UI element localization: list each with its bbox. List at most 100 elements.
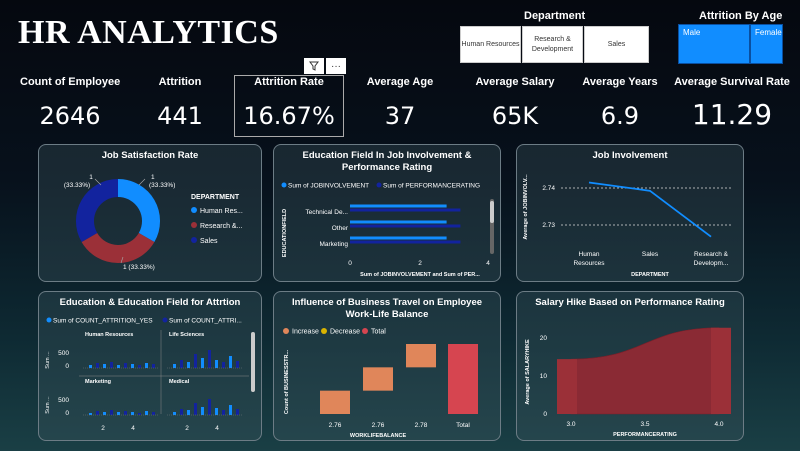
- attrition-bar[interactable]: [215, 360, 218, 368]
- attrition-bar[interactable]: [103, 364, 106, 368]
- attrition-bar[interactable]: [110, 410, 113, 415]
- attrition-bar[interactable]: [131, 364, 134, 368]
- category-label: Technical De...: [305, 209, 348, 216]
- y-tick: 20: [540, 335, 548, 342]
- panel-title: Marketing: [85, 379, 111, 385]
- y-axis-title: Sum ...: [45, 396, 51, 414]
- education-involvement-card[interactable]: Education Field In Job Involvement & Per…: [273, 144, 501, 282]
- business-travel-card[interactable]: Influence of Business Travel on Employee…: [273, 291, 501, 441]
- attrition-bar[interactable]: [201, 407, 204, 415]
- waterfall-total-bar[interactable]: [448, 344, 478, 414]
- attrition-bar[interactable]: [124, 363, 127, 368]
- attrition-bar[interactable]: [145, 411, 148, 415]
- attrition-bar[interactable]: [180, 360, 183, 368]
- area-series[interactable]: [570, 327, 720, 415]
- data-line[interactable]: [588, 181, 712, 238]
- bar-chart: Sum of JOBINVOLVEMENT Sum of PERFORMANCE…: [281, 182, 494, 278]
- attrition-bar[interactable]: [229, 356, 232, 368]
- attrition-bar[interactable]: [138, 365, 141, 368]
- kpi-label: Average Age: [366, 76, 434, 88]
- attrition-bar[interactable]: [180, 409, 183, 415]
- waterfall-increase-bar[interactable]: [320, 390, 350, 414]
- kpi-value: 2646: [39, 102, 101, 130]
- slicer-option-research-development[interactable]: Research & Development: [522, 26, 583, 63]
- attrition-bar[interactable]: [208, 350, 211, 368]
- attrition-bar[interactable]: [208, 399, 211, 415]
- legend-item-hr[interactable]: Human Res...: [200, 208, 243, 215]
- education-attrition-card[interactable]: Education & Education Field for Attrtion…: [38, 291, 262, 441]
- attrition-bar[interactable]: [187, 362, 190, 368]
- attrition-bar[interactable]: [152, 364, 155, 368]
- scrollbar-thumb[interactable]: [490, 201, 494, 223]
- legend-title: DEPARTMENT: [191, 194, 240, 201]
- legend-item-performancerating[interactable]: Sum of PERFORMANCERATING: [383, 183, 480, 190]
- attrition-bar[interactable]: [131, 412, 134, 415]
- bar-jobinvolvement[interactable]: [350, 204, 447, 208]
- attrition-bar[interactable]: [152, 412, 155, 415]
- slicer-option-sales[interactable]: Sales: [584, 26, 649, 63]
- attrition-bar[interactable]: [110, 362, 113, 368]
- x-axis-title: DEPARTMENT: [631, 272, 669, 278]
- attrition-bar[interactable]: [194, 403, 197, 415]
- donut-slice-research-development[interactable]: [81, 233, 155, 264]
- bar-performancerating[interactable]: [350, 240, 461, 244]
- bar-jobinvolvement[interactable]: [350, 236, 447, 240]
- attrition-bar[interactable]: [222, 410, 225, 415]
- attrition-bar[interactable]: [194, 354, 197, 368]
- attrition-bar[interactable]: [96, 411, 99, 415]
- scrollbar-thumb[interactable]: [251, 332, 255, 392]
- legend-marker: [362, 328, 368, 334]
- attrition-bar[interactable]: [103, 412, 106, 415]
- legend-item-rd[interactable]: Research &...: [200, 223, 242, 230]
- legend-marker: [46, 317, 52, 323]
- kpi-attrition: Attrition 441: [140, 76, 220, 130]
- x-tick: 2.76: [372, 422, 385, 429]
- kpi-label: Average Survival Rate: [674, 76, 790, 88]
- waterfall-increase-bar[interactable]: [406, 344, 436, 368]
- attrition-bar[interactable]: [229, 405, 232, 415]
- slicer-option-human-resources[interactable]: Human Resources: [460, 26, 521, 63]
- attrition-bar[interactable]: [201, 358, 204, 368]
- kpi-average-years: Average Years 6.9: [578, 76, 662, 130]
- job-involvement-card[interactable]: Job Involvement Average of JOBINVOLV... …: [516, 144, 744, 282]
- line-chart: Average of JOBINVOLV... 2.74 2.73 Human …: [523, 174, 733, 278]
- slicer-option-male[interactable]: Male: [678, 24, 750, 64]
- salary-hike-card[interactable]: Salary Hike Based on Performance Rating …: [516, 291, 744, 441]
- attrition-bar[interactable]: [173, 412, 176, 415]
- attrition-bar[interactable]: [187, 410, 190, 415]
- waterfall-increase-bar[interactable]: [363, 367, 393, 391]
- attrition-bar[interactable]: [117, 412, 120, 415]
- attrition-bar[interactable]: [145, 363, 148, 368]
- bar-perf-4[interactable]: [711, 327, 731, 414]
- slicer-option-female[interactable]: Female: [750, 24, 783, 64]
- attrition-bar[interactable]: [96, 363, 99, 368]
- attrition-bar[interactable]: [138, 413, 141, 415]
- kpi-label: Attrition Rate: [254, 76, 324, 88]
- bar-performancerating[interactable]: [350, 224, 461, 228]
- legend-item-increase[interactable]: Increase: [292, 329, 319, 336]
- attrition-bar[interactable]: [89, 365, 92, 368]
- filter-icon[interactable]: [304, 58, 324, 74]
- bar-perf-3[interactable]: [557, 359, 577, 414]
- attrition-bar[interactable]: [222, 362, 225, 368]
- attrition-bar[interactable]: [215, 408, 218, 415]
- attrition-bar[interactable]: [124, 411, 127, 415]
- legend-item-attrition-other[interactable]: Sum of COUNT_ATTRI...: [169, 318, 242, 325]
- attrition-bar[interactable]: [89, 413, 92, 415]
- attrition-bar[interactable]: [236, 409, 239, 415]
- y-tick: 0: [65, 363, 69, 370]
- bar-jobinvolvement[interactable]: [350, 220, 447, 224]
- legend-item-decrease[interactable]: Decrease: [330, 329, 360, 336]
- kpi-value: 11.29: [691, 98, 773, 131]
- attrition-bar[interactable]: [117, 365, 120, 368]
- legend-item-total[interactable]: Total: [371, 329, 386, 336]
- bar-performancerating[interactable]: [350, 208, 461, 212]
- x-axis-title: PERFORMANCERATING: [613, 432, 677, 438]
- legend-item-sales[interactable]: Sales: [200, 238, 218, 245]
- attrition-bar[interactable]: [173, 364, 176, 368]
- job-satisfaction-card[interactable]: Job Satisfaction Rate 1 (33.33%) 1 (33.3…: [38, 144, 262, 282]
- legend-item-attrition-yes[interactable]: Sum of COUNT_ATTRITION_YES: [53, 318, 153, 325]
- ellipsis-icon[interactable]: ···: [326, 58, 346, 74]
- attrition-bar[interactable]: [236, 361, 239, 368]
- legend-item-jobinvolvement[interactable]: Sum of JOBINVOLVEMENT: [288, 183, 369, 190]
